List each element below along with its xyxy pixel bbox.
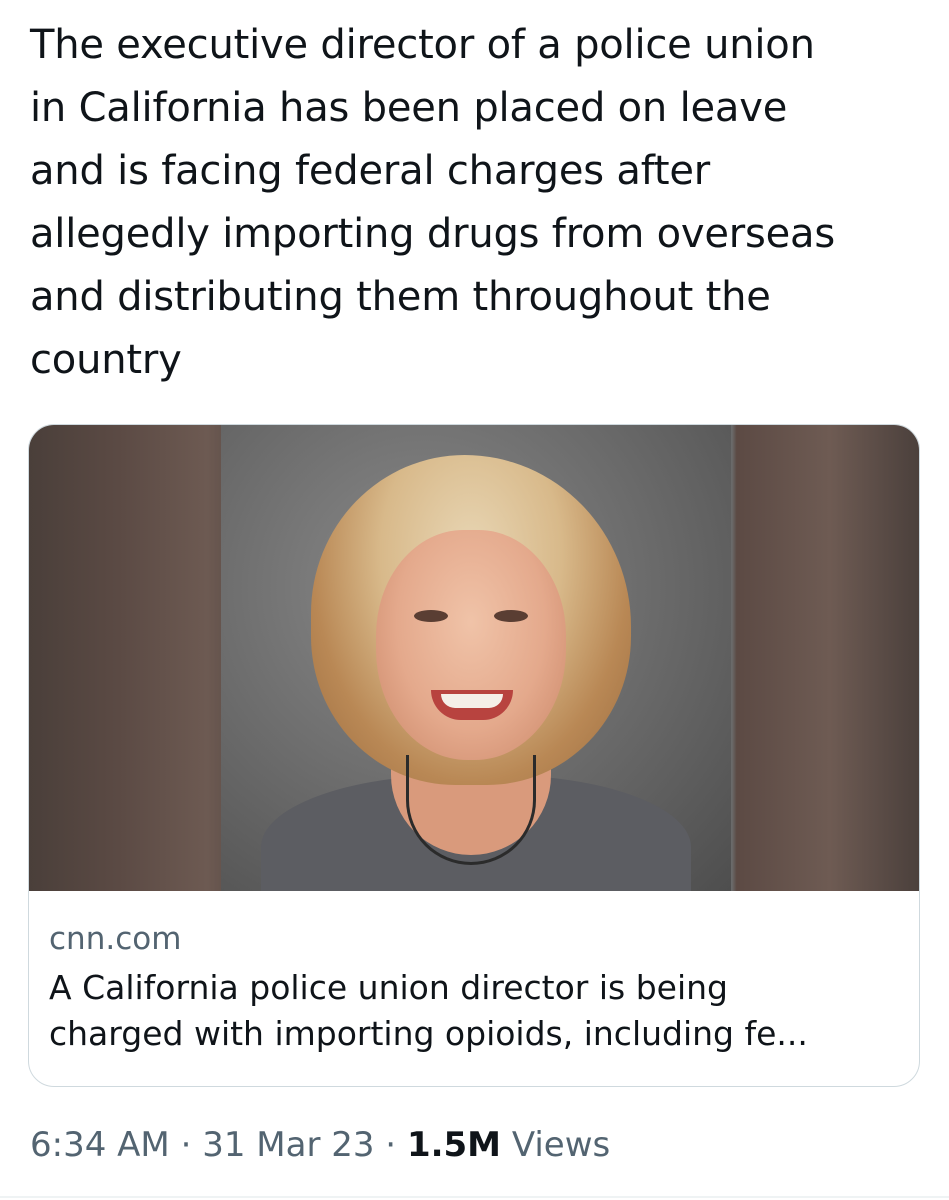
card-domain: cnn.com <box>49 921 182 957</box>
tweet-date[interactable]: 31 Mar 23 <box>202 1125 374 1165</box>
card-image[interactable] <box>29 425 919 891</box>
portrait-eye-left <box>414 610 448 622</box>
card-title: A California police union director is be… <box>49 965 899 1057</box>
card-body[interactable]: cnn.com A California police union direct… <box>29 891 919 1086</box>
views-label: Views <box>501 1125 611 1165</box>
portrait-eye-right <box>494 610 528 622</box>
tweet-text-line: and distributing them throughout the <box>30 274 771 320</box>
tweet-text-line: The executive director of a police union <box>30 22 815 68</box>
portrait-face <box>376 530 566 760</box>
tweet-text-line: and is facing federal charges after <box>30 148 711 194</box>
tweet-meta: 6:34 AM · 31 Mar 23 · 1.5M Views <box>30 1122 610 1168</box>
meta-separator: · <box>169 1125 203 1165</box>
card-title-line: A California police union director is be… <box>49 968 728 1007</box>
portrait-teeth <box>441 694 503 708</box>
divider <box>0 1196 949 1198</box>
link-preview-card[interactable]: cnn.com A California police union direct… <box>28 424 920 1087</box>
tweet-text: The executive director of a police union… <box>30 14 920 392</box>
portrait-smile <box>431 690 513 720</box>
views-count[interactable]: 1.5M <box>407 1125 501 1165</box>
tweet-text-line: country <box>30 337 182 383</box>
tweet-time[interactable]: 6:34 AM <box>30 1125 170 1165</box>
tweet-text-line: allegedly importing drugs from overseas <box>30 211 836 257</box>
card-title-line: charged with importing opioids, includin… <box>49 1014 808 1053</box>
meta-separator: · <box>374 1125 407 1165</box>
tweet-text-line: in California has been placed on leave <box>30 85 788 131</box>
portrait-photo <box>221 425 731 891</box>
